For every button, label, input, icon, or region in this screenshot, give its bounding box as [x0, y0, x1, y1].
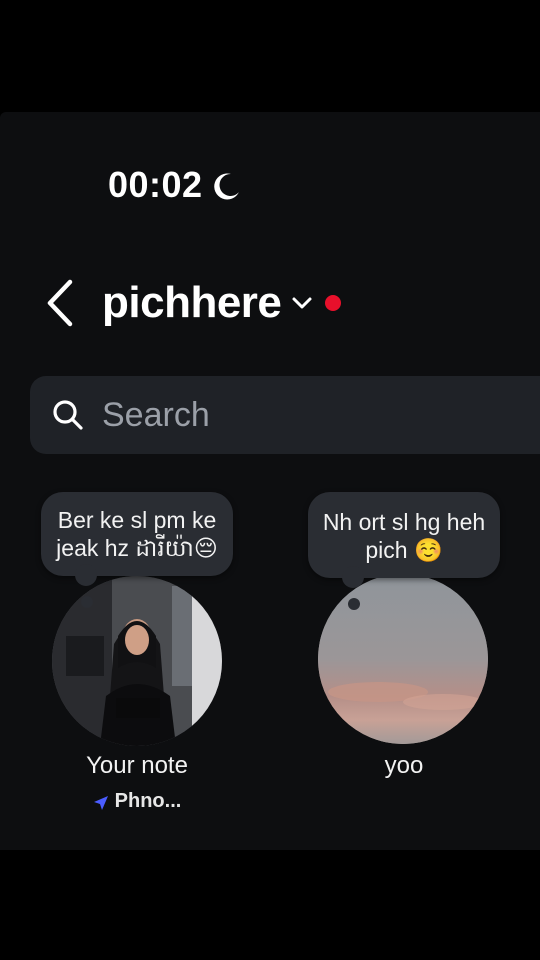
account-username[interactable]: pichhere: [102, 278, 282, 328]
note-location[interactable]: Phno...: [37, 790, 237, 813]
location-arrow-icon: [93, 794, 109, 810]
note-bubble[interactable]: Nh ort sl hg heh pich ☺️: [308, 492, 500, 610]
bubble-tail-dot: [81, 596, 93, 608]
note-item-friend[interactable]: Nh ort sl hg heh pich ☺️ yoo: [304, 492, 504, 779]
status-time: 00:02: [108, 164, 203, 205]
note-item-your-note[interactable]: Ber ke sl pm ke jeak hz ដារីយ៉ា😔 Your no…: [37, 492, 237, 812]
note-text: Nh ort sl hg heh pich ☺️: [322, 509, 486, 563]
avatar[interactable]: [52, 576, 222, 746]
search-icon: [52, 399, 84, 431]
header: pichhere: [44, 278, 342, 328]
notification-dot: [325, 295, 342, 311]
avatar[interactable]: [318, 574, 488, 744]
location-text: Phno...: [114, 790, 182, 812]
note-label: Your note: [86, 752, 188, 779]
search-bar[interactable]: [30, 376, 540, 454]
chevron-left-icon[interactable]: [44, 278, 78, 328]
chevron-down-icon[interactable]: [291, 296, 313, 310]
bubble-tail-dot: [348, 598, 360, 610]
screen: 00:02 pichhere Search Ber ke sl pm ke je…: [0, 112, 540, 850]
bubble-tail: [75, 564, 97, 586]
moon-icon: [211, 169, 243, 201]
note-label: yoo: [384, 752, 424, 779]
bubble-tail: [342, 566, 364, 588]
status-bar: 00:02: [108, 164, 243, 206]
note-bubble[interactable]: Ber ke sl pm ke jeak hz ដារីយ៉ា😔: [41, 492, 233, 608]
note-text: Ber ke sl pm ke jeak hz ដារីយ៉ា😔: [56, 507, 218, 561]
search-input[interactable]: [102, 395, 482, 435]
